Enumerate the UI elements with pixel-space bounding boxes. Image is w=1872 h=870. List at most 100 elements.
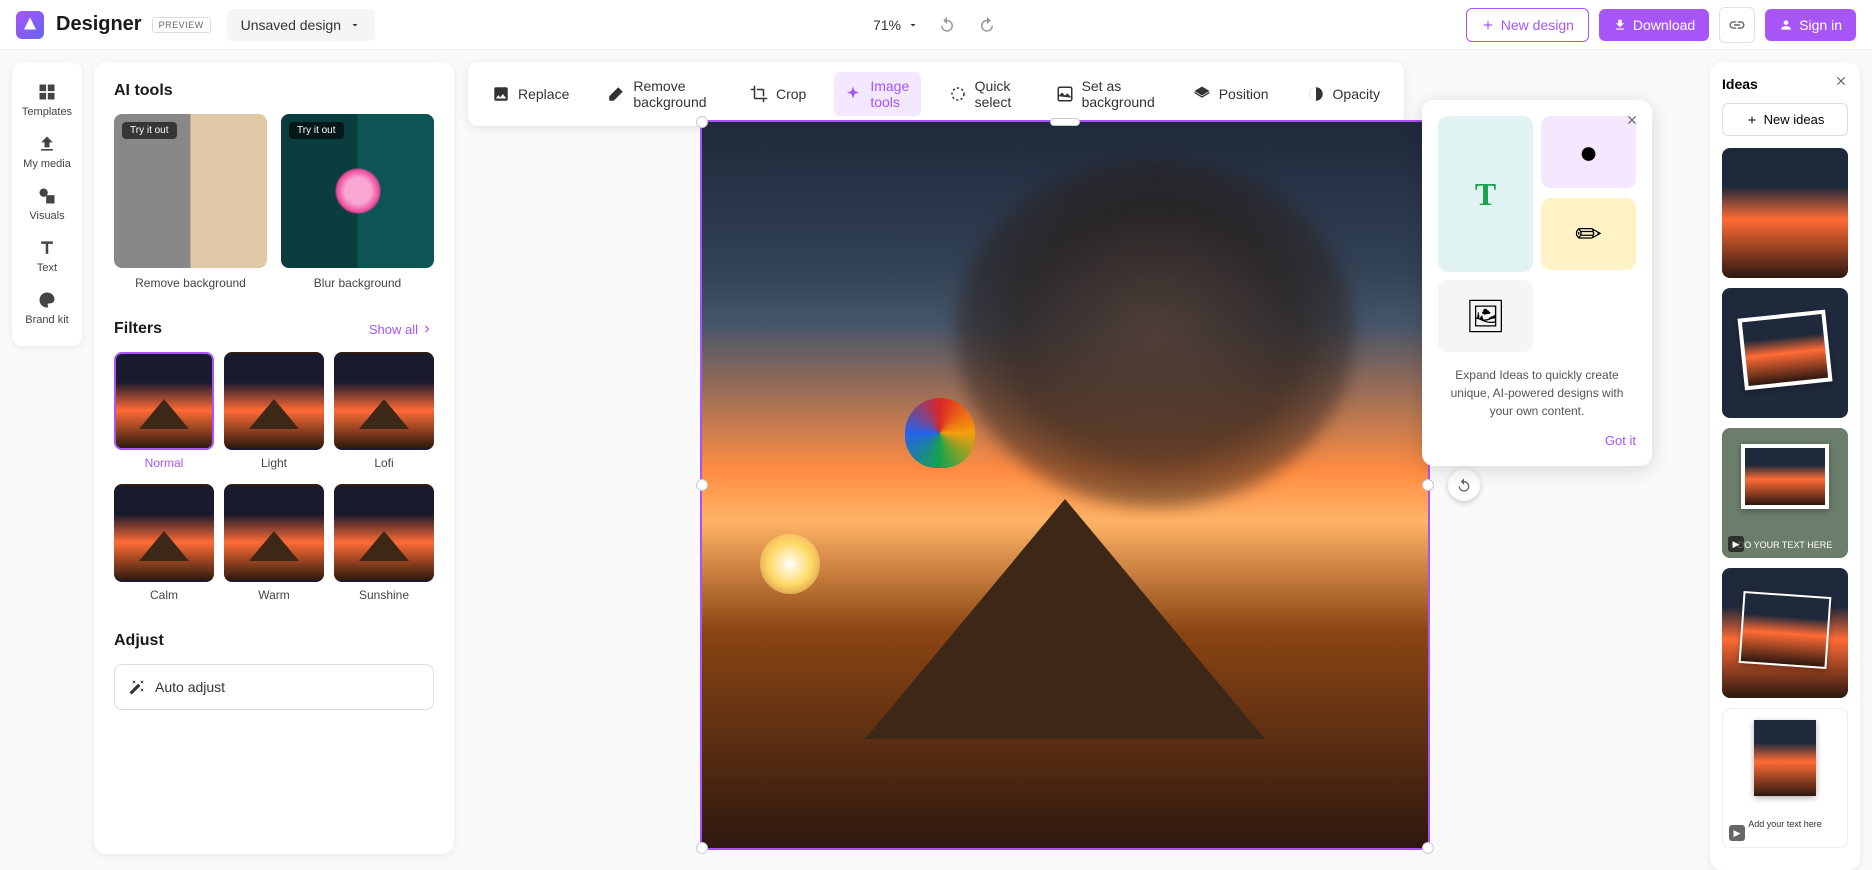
tool-set-bg[interactable]: Set as background: [1046, 72, 1165, 116]
idea-thumb-5[interactable]: Add your text here ▶: [1722, 708, 1848, 848]
popover-tile-text: T: [1438, 116, 1533, 272]
download-button[interactable]: Download: [1599, 9, 1709, 41]
link-button[interactable]: [1719, 7, 1755, 43]
rail-my-media-label: My media: [23, 158, 71, 170]
selection-handle-bl[interactable]: [696, 842, 708, 854]
plus-icon: [1481, 18, 1495, 32]
zoom-dropdown[interactable]: 71%: [873, 17, 919, 33]
tool-position[interactable]: Position: [1183, 79, 1279, 109]
preview-badge: PREVIEW: [152, 17, 211, 33]
ai-tool-remove-bg-label: Remove background: [114, 276, 267, 290]
show-all-filters[interactable]: Show all: [369, 322, 434, 337]
close-icon: [1625, 113, 1639, 127]
zoom-value: 71%: [873, 17, 901, 33]
download-label: Download: [1633, 17, 1695, 33]
left-panel: AI tools Try it out Remove background Tr…: [94, 62, 454, 854]
play-icon: ▶: [1729, 825, 1745, 841]
chevron-down-icon: [907, 19, 919, 31]
ai-tool-remove-bg[interactable]: Try it out Remove background: [114, 114, 267, 290]
filters-title: Filters: [114, 320, 162, 338]
idea-thumb-4[interactable]: [1722, 568, 1848, 698]
canvas-toolbar: Replace Remove background Crop Image too…: [468, 62, 1404, 126]
ai-tool-remove-bg-thumb: Try it out: [114, 114, 267, 268]
filter-warm[interactable]: Warm: [224, 484, 324, 602]
filter-normal-label: Normal: [114, 456, 214, 470]
ideas-close-button[interactable]: [1834, 74, 1848, 93]
selection-handle-tl[interactable]: [696, 116, 708, 128]
popover-text: Expand Ideas to quickly create unique, A…: [1438, 366, 1636, 420]
shapes-icon: [37, 186, 57, 206]
canvas-balloon: [905, 398, 975, 488]
design-name-label: Unsaved design: [241, 17, 341, 33]
try-it-out-tag: Try it out: [289, 122, 344, 139]
selection-handle-mr[interactable]: [1422, 479, 1434, 491]
filter-warm-thumb: [224, 484, 324, 582]
tool-opacity[interactable]: Opacity: [1297, 79, 1390, 109]
rotate-handle[interactable]: [1448, 469, 1480, 501]
ideas-popover: T ● ✏ 🖼 Expand Ideas to quickly create u…: [1422, 100, 1652, 466]
adjust-title: Adjust: [114, 632, 434, 650]
new-design-button[interactable]: New design: [1466, 8, 1589, 42]
grid-icon: [37, 82, 57, 102]
tool-crop[interactable]: Crop: [740, 79, 816, 109]
filter-normal[interactable]: Normal: [114, 352, 214, 470]
canvas-image[interactable]: [700, 120, 1430, 850]
popover-got-it-button[interactable]: Got it: [1605, 433, 1636, 448]
filter-light-label: Light: [224, 456, 324, 470]
selection-handle-br[interactable]: [1422, 842, 1434, 854]
idea-thumb-3[interactable]: DO YOUR TEXT HERE ▶: [1722, 428, 1848, 558]
canvas-volcano: [865, 499, 1265, 739]
undo-button[interactable]: [935, 13, 959, 37]
rail-text[interactable]: Text: [12, 230, 82, 282]
selection-handle-ml[interactable]: [696, 479, 708, 491]
filter-lofi[interactable]: Lofi: [334, 352, 434, 470]
popover-close-button[interactable]: [1622, 110, 1642, 130]
header: Designer PREVIEW Unsaved design 71% New …: [0, 0, 1872, 50]
popover-tiles: T ● ✏ 🖼: [1438, 116, 1636, 352]
filter-lofi-thumb: [334, 352, 434, 450]
header-center: 71%: [873, 13, 999, 37]
tool-image-tools-label: Image tools: [870, 78, 910, 110]
rail-visuals[interactable]: Visuals: [12, 178, 82, 230]
rail-brand-kit-label: Brand kit: [25, 314, 68, 326]
header-right: New design Download Sign in: [1466, 7, 1856, 43]
filter-light[interactable]: Light: [224, 352, 324, 470]
design-name-dropdown[interactable]: Unsaved design: [227, 9, 375, 41]
play-icon: ▶: [1728, 536, 1744, 552]
selection-handle-tc[interactable]: [1050, 118, 1080, 126]
rail-templates[interactable]: Templates: [12, 74, 82, 126]
idea-thumb-2[interactable]: [1722, 288, 1848, 418]
ideas-title: Ideas: [1722, 76, 1758, 92]
filter-calm[interactable]: Calm: [114, 484, 214, 602]
layers-icon: [1193, 85, 1211, 103]
auto-adjust-label: Auto adjust: [155, 679, 225, 695]
tool-quick-select[interactable]: Quick select: [939, 72, 1028, 116]
new-design-label: New design: [1501, 17, 1574, 33]
app-logo: [16, 11, 44, 39]
redo-button[interactable]: [975, 13, 999, 37]
tool-opacity-label: Opacity: [1333, 86, 1380, 102]
filter-calm-thumb: [114, 484, 214, 582]
filter-sunshine-thumb: [334, 484, 434, 582]
close-icon: [1834, 74, 1848, 88]
filter-sunshine[interactable]: Sunshine: [334, 484, 434, 602]
sign-in-button[interactable]: Sign in: [1765, 9, 1856, 41]
filter-warm-label: Warm: [224, 588, 324, 602]
popover-tile-pencil: ✏: [1541, 198, 1636, 270]
ideas-panel: Ideas New ideas DO YOUR TEXT HERE ▶ Add …: [1710, 62, 1860, 870]
tool-replace[interactable]: Replace: [482, 79, 579, 109]
rotate-icon: [1456, 477, 1472, 493]
tool-remove-bg[interactable]: Remove background: [597, 72, 722, 116]
auto-adjust-button[interactable]: Auto adjust: [114, 664, 434, 710]
filter-lofi-label: Lofi: [334, 456, 434, 470]
rail-brand-kit[interactable]: Brand kit: [12, 282, 82, 334]
image-icon: [492, 85, 510, 103]
new-ideas-button[interactable]: New ideas: [1722, 103, 1848, 136]
app-title: Designer: [56, 13, 142, 36]
idea-thumb-1[interactable]: [1722, 148, 1848, 278]
canvas-area[interactable]: [700, 120, 1430, 850]
ai-tool-blur-bg[interactable]: Try it out Blur background: [281, 114, 434, 290]
tool-image-tools[interactable]: Image tools: [834, 72, 920, 116]
rail-my-media[interactable]: My media: [12, 126, 82, 178]
tool-replace-label: Replace: [518, 86, 569, 102]
